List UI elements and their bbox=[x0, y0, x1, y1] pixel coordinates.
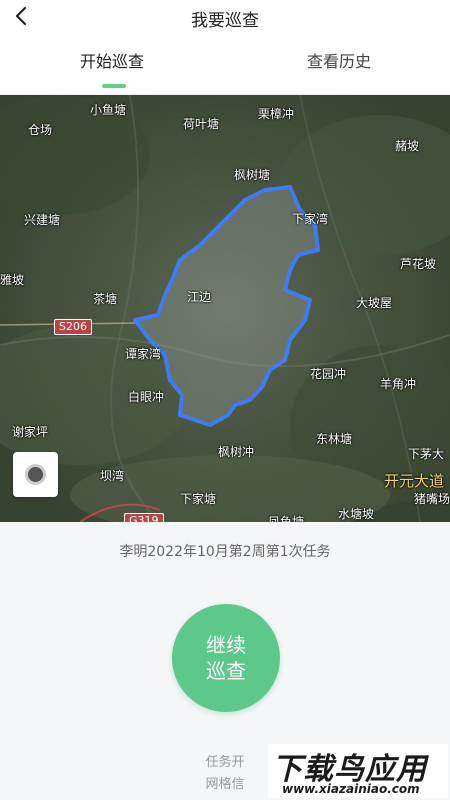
header-bar: 我要巡查 bbox=[0, 0, 450, 32]
map-label: 下茅大 bbox=[408, 447, 445, 461]
map-label: 茶塘 bbox=[93, 292, 118, 306]
map-label: 下家湾 bbox=[292, 212, 329, 226]
map-label: 下家塘 bbox=[180, 492, 217, 506]
map-label: 芦花坡 bbox=[400, 257, 437, 271]
map-label: 兴建塘 bbox=[24, 213, 61, 227]
map-label: 雅坡 bbox=[0, 273, 25, 287]
continue-button-line1: 继续 bbox=[206, 633, 246, 657]
tab-bar: 开始巡查 查看历史 bbox=[0, 32, 450, 95]
continue-button-line2: 巡查 bbox=[206, 659, 246, 683]
map-label: 枫树冲 bbox=[218, 445, 255, 459]
page-title: 我要巡查 bbox=[191, 11, 259, 31]
road-badge-s206: S206 bbox=[54, 319, 92, 335]
map-label: 坝湾 bbox=[100, 469, 125, 483]
map-label: 小鱼塘 bbox=[90, 103, 127, 117]
map-label: 猪嘴场 bbox=[414, 492, 450, 506]
map-label: 谭家湾 bbox=[125, 347, 162, 361]
watermark-url: www.xiazainiao.com bbox=[282, 782, 420, 796]
map-label: 水塘坡 bbox=[338, 507, 375, 521]
watermark-logo: 下载鸟应用 www.xiazainiao.com bbox=[268, 744, 448, 798]
app-root: 我要巡查 开始巡查 查看历史 小鱼塘 荷叶塘 栗樟冲 仓场 赭坡 枫树塘 兴建塘… bbox=[0, 0, 450, 800]
map-label: 谢家坪 bbox=[12, 425, 49, 439]
map-label: 仓场 bbox=[28, 123, 53, 137]
map-label: 凤鱼塘 bbox=[268, 515, 305, 522]
tab-view-history[interactable]: 查看历史 bbox=[307, 48, 371, 72]
satellite-map[interactable]: 小鱼塘 荷叶塘 栗樟冲 仓场 赭坡 枫树塘 兴建塘 下家湾 芦花坡 雅坡 茶塘 … bbox=[0, 95, 450, 522]
map-label: 开元大道 bbox=[384, 472, 445, 490]
map-label: 东林塘 bbox=[316, 432, 353, 446]
map-label: 江边 bbox=[187, 290, 212, 304]
map-label: 栗樟冲 bbox=[258, 107, 295, 121]
map-label: 大坡屋 bbox=[356, 296, 393, 310]
tab-start-inspection[interactable]: 开始巡查 bbox=[80, 48, 144, 72]
location-target-icon bbox=[25, 464, 46, 485]
map-label: 赭坡 bbox=[395, 139, 420, 153]
road-badge-g319: G319 bbox=[124, 513, 164, 522]
map-label: 花园冲 bbox=[310, 367, 347, 381]
locate-button[interactable] bbox=[13, 452, 58, 497]
map-label: 荷叶塘 bbox=[183, 117, 220, 131]
task-description: 李明2022年10月第2周第1次任务 bbox=[119, 544, 331, 560]
map-label: 羊角冲 bbox=[380, 377, 417, 391]
map-label: 枫树塘 bbox=[234, 168, 271, 182]
map-label: 白眼冲 bbox=[128, 390, 165, 404]
tab-active-indicator bbox=[102, 84, 126, 88]
continue-inspection-button[interactable]: 继续 巡查 bbox=[172, 604, 280, 712]
